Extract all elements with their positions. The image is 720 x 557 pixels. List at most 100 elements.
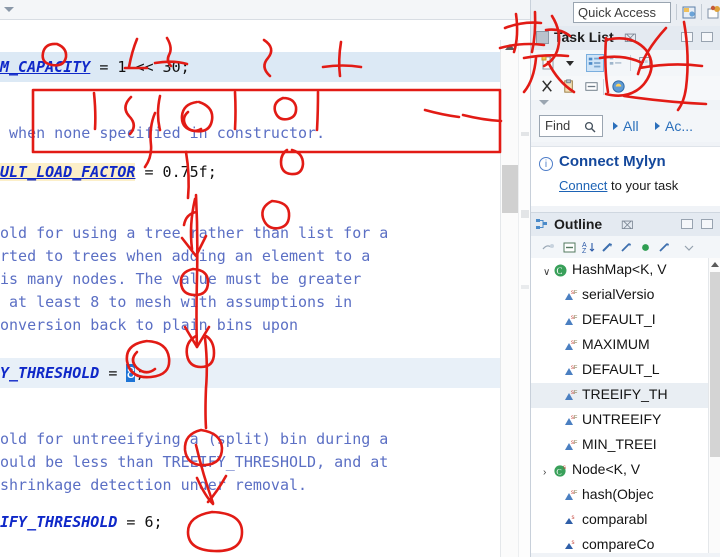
find-button[interactable]: Find: [539, 115, 603, 137]
toolbar-divider: [701, 4, 702, 20]
code-token: when none specified in constructor.: [0, 124, 326, 142]
static-method-icon: s: [563, 538, 578, 553]
code-token: = 1 << 30;: [90, 58, 190, 76]
filter-arrow-icon[interactable]: [613, 122, 618, 130]
code-line[interactable]: IFY_THRESHOLD = 6;: [0, 507, 530, 537]
synchronize-icon[interactable]: [610, 78, 628, 96]
outline-vertical-scrollbar[interactable]: [708, 258, 720, 553]
hide-fields-icon[interactable]: [562, 240, 577, 255]
collapse-arrow-icon[interactable]: ›: [543, 467, 546, 478]
scroll-up-icon[interactable]: [505, 44, 515, 50]
code-line[interactable]: when none specified in constructor.: [0, 118, 530, 148]
outline-item-label: serialVersio: [582, 286, 655, 302]
code-editor[interactable]: M_CAPACITY = 1 << 30; when none specifie…: [0, 0, 530, 557]
outline-item[interactable]: › Cs Node<K, V: [531, 458, 709, 483]
task-list-toolbar-secondary[interactable]: [531, 76, 720, 100]
scroll-up-icon[interactable]: [711, 262, 719, 267]
minimize-icon[interactable]: [681, 219, 693, 229]
code-token: at least 8 to mesh with assumptions in: [0, 293, 353, 311]
connect-mylyn-subtitle: Connect to your task: [559, 178, 678, 193]
svg-text:F: F: [574, 315, 578, 321]
connect-link[interactable]: Connect: [559, 178, 607, 193]
perspective-open-icon[interactable]: [707, 5, 720, 20]
new-task-icon[interactable]: [539, 54, 557, 72]
sort-alphabetically-icon[interactable]: AZ: [581, 240, 596, 255]
connect-mylyn-title: Connect Mylyn: [559, 153, 666, 170]
outline-item[interactable]: s F MIN_TREEI: [531, 433, 709, 458]
outline-item[interactable]: s comparabl: [531, 508, 709, 533]
chevron-down-icon[interactable]: [4, 7, 14, 12]
editor-vertical-scrollbar[interactable]: [500, 40, 518, 557]
focus-on-workweek-icon[interactable]: [637, 54, 655, 72]
chevron-down-icon[interactable]: [561, 54, 579, 72]
filter-all[interactable]: All: [623, 118, 639, 134]
maximize-icon[interactable]: [701, 32, 713, 42]
maximize-icon[interactable]: [701, 219, 713, 229]
hide-static-icon[interactable]: [600, 240, 615, 255]
code-token: old for using a tree rather than list fo…: [0, 224, 389, 242]
hide-local-icon[interactable]: [638, 240, 653, 255]
quick-access-input[interactable]: Quick Access: [573, 2, 671, 23]
view-menu-icon[interactable]: [681, 240, 696, 255]
outline-item[interactable]: s compareCo: [531, 533, 709, 553]
outline-item[interactable]: s F UNTREEIFY: [531, 408, 709, 433]
code-line[interactable]: shrinkage detection under removal.: [0, 470, 530, 500]
outline-header[interactable]: Outline ⌧: [531, 212, 720, 236]
outline-item-label: comparabl: [582, 511, 648, 527]
toolbar-divider: [676, 4, 677, 20]
outline-item[interactable]: s F DEFAULT_I: [531, 308, 709, 333]
scrollbar-thumb[interactable]: [710, 272, 720, 457]
outline-item[interactable]: s F TREEIFY_TH: [531, 383, 709, 408]
svg-text:s: s: [572, 515, 575, 521]
code-token: Y_THRESHOLD: [0, 364, 100, 382]
chevron-down-icon[interactable]: [539, 100, 549, 105]
close-icon[interactable]: ⌧: [621, 219, 634, 232]
outline-item-label: HashMap<K, V: [572, 261, 667, 277]
perspective-java-icon[interactable]: [682, 5, 697, 20]
outline-item[interactable]: s F serialVersio: [531, 283, 709, 308]
scrollbar-thumb[interactable]: [502, 165, 518, 213]
code-token: is many nodes. The value must be greater: [0, 270, 362, 288]
filter-arrow-icon[interactable]: [655, 122, 660, 130]
outline-toolbar[interactable]: AZ: [531, 236, 720, 258]
svg-text:F: F: [574, 490, 578, 496]
outline-item[interactable]: s F DEFAULT_L: [531, 358, 709, 383]
private-static-field-icon: sF: [563, 313, 578, 328]
task-list-toolbar[interactable]: [531, 50, 720, 76]
hide-other-icon[interactable]: [657, 240, 672, 255]
collapse-all-icon[interactable]: [583, 78, 601, 96]
close-icon[interactable]: ⌧: [624, 32, 637, 45]
expand-arrow-icon[interactable]: ∨: [543, 267, 550, 278]
overview-mark: [521, 285, 529, 289]
outline-item[interactable]: s F MAXIMUM: [531, 333, 709, 358]
minimize-icon[interactable]: [681, 32, 693, 42]
hide-nonpublic-icon[interactable]: [619, 240, 634, 255]
outline-tree[interactable]: ∨ C HashMap<K, Vs FserialVersio s F DEFAULT_I s…: [531, 258, 720, 553]
task-list-title: Task List: [554, 29, 614, 45]
code-line[interactable]: ULT_LOAD_FACTOR = 0.75f;: [0, 157, 530, 187]
code-line[interactable]: onversion back to plain bins upon: [0, 310, 530, 340]
cut-icon[interactable]: [539, 78, 557, 96]
task-list-header[interactable]: Task List ⌧: [531, 26, 720, 50]
outline-item[interactable]: s F hash(Objec: [531, 483, 709, 508]
paste-icon[interactable]: [561, 78, 579, 96]
private-static-field-icon: sF: [563, 438, 578, 453]
code-line[interactable]: Y_THRESHOLD = 8;: [0, 358, 530, 388]
focus-mode-icon[interactable]: [541, 240, 556, 255]
connect-rest: to your task: [607, 178, 679, 193]
categorized-presentation-icon[interactable]: [586, 54, 604, 72]
connect-mylyn-block[interactable]: i Connect Mylyn Connect to your task: [531, 146, 720, 206]
outline-item[interactable]: ∨ C HashMap<K, V: [531, 258, 709, 283]
code-token: ;: [135, 364, 145, 382]
code-token: ould be less than TREEIFY_THRESHOLD, and…: [0, 453, 389, 471]
scheduled-presentation-icon[interactable]: [608, 54, 626, 72]
code-line[interactable]: M_CAPACITY = 1 << 30;: [0, 52, 530, 82]
outline-item-label: DEFAULT_I: [582, 311, 656, 327]
task-find-row[interactable]: Find All Ac...: [531, 110, 720, 142]
svg-text:F: F: [574, 390, 578, 396]
filter-activity[interactable]: Ac...: [665, 118, 693, 134]
code-token: ULT_LOAD_FACTOR: [0, 163, 136, 181]
code-token: onversion back to plain bins upon: [0, 316, 299, 334]
svg-text:C: C: [556, 468, 561, 477]
editor-overview-ruler[interactable]: [518, 40, 530, 557]
